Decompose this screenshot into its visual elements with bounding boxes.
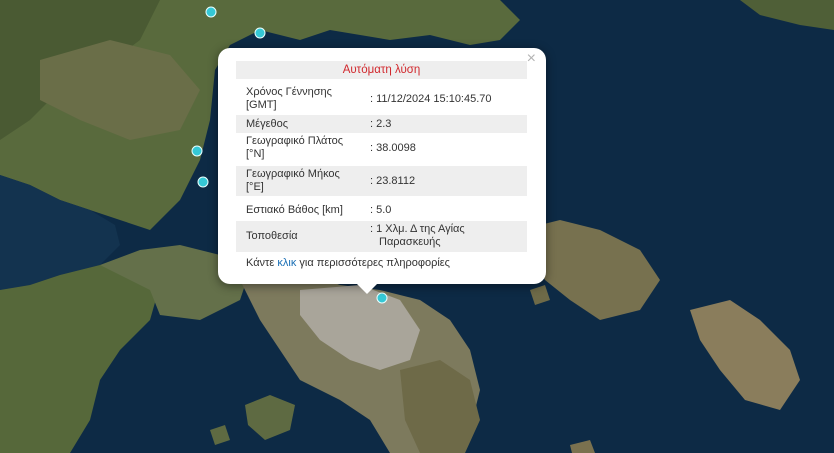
value-line: : 1 Χλμ. Δ της Αγίας	[370, 223, 465, 235]
row-latitude: Γεωγραφικό Πλάτος [°N] : 38.0098	[236, 135, 527, 163]
row-value: : 5.0	[370, 204, 392, 216]
row-depth: Εστιακό Βάθος [km] : 5.0	[236, 201, 527, 219]
row-value: : 38.0098	[370, 142, 416, 154]
label-line: [°E]	[246, 181, 264, 193]
row-magnitude: Μέγεθος : 2.3	[236, 115, 527, 133]
popup-footer: Κάντε κλικ για περισσότερες πληροφορίες	[246, 257, 450, 269]
row-label: Μέγεθος	[246, 118, 289, 130]
row-label: Εστιακό Βάθος [km]	[246, 204, 343, 216]
quake-marker	[254, 27, 266, 39]
label-line: [°N]	[246, 148, 265, 160]
value-line: Παρασκευής	[379, 236, 441, 248]
row-label: Γεωγραφικό Μήκος [°E]	[246, 168, 366, 194]
quake-marker	[191, 145, 203, 157]
footer-text: Κάντε	[246, 257, 278, 269]
row-label: Τοποθεσία	[246, 230, 298, 242]
more-info-link[interactable]: κλικ	[277, 257, 296, 269]
row-label: Γεωγραφικό Πλάτος [°N]	[246, 135, 366, 161]
quake-marker-selected	[376, 292, 388, 304]
popup-pointer	[356, 283, 378, 294]
row-value: : 2.3	[370, 118, 392, 130]
quake-marker	[205, 6, 217, 18]
row-value: : 1 Χλμ. Δ της Αγίας Παρασκευής	[370, 223, 520, 249]
label-line: Χρόνος Γέννησης	[246, 86, 332, 98]
close-icon[interactable]: ×	[527, 51, 536, 67]
row-value: : 11/12/2024 15:10:45.70	[370, 93, 492, 105]
label-line: [GMT]	[246, 99, 277, 111]
row-longitude: Γεωγραφικό Μήκος [°E] : 23.8112	[236, 166, 527, 196]
label-line: Γεωγραφικό Πλάτος	[246, 135, 344, 147]
popup-title: Αυτόματη λύση	[236, 61, 527, 79]
earthquake-info-popup: × Αυτόματη λύση Χρόνος Γέννησης [GMT] : …	[218, 48, 546, 284]
quake-marker	[197, 176, 209, 188]
row-origin-time: Χρόνος Γέννησης [GMT] : 11/12/2024 15:10…	[236, 86, 527, 114]
label-line: Γεωγραφικό Μήκος	[246, 168, 340, 180]
row-label: Χρόνος Γέννησης [GMT]	[246, 86, 366, 112]
row-value: : 23.8112	[370, 175, 416, 187]
row-location: Τοποθεσία : 1 Χλμ. Δ της Αγίας Παρασκευή…	[236, 221, 527, 252]
footer-text: για περισσότερες πληροφορίες	[296, 257, 450, 269]
